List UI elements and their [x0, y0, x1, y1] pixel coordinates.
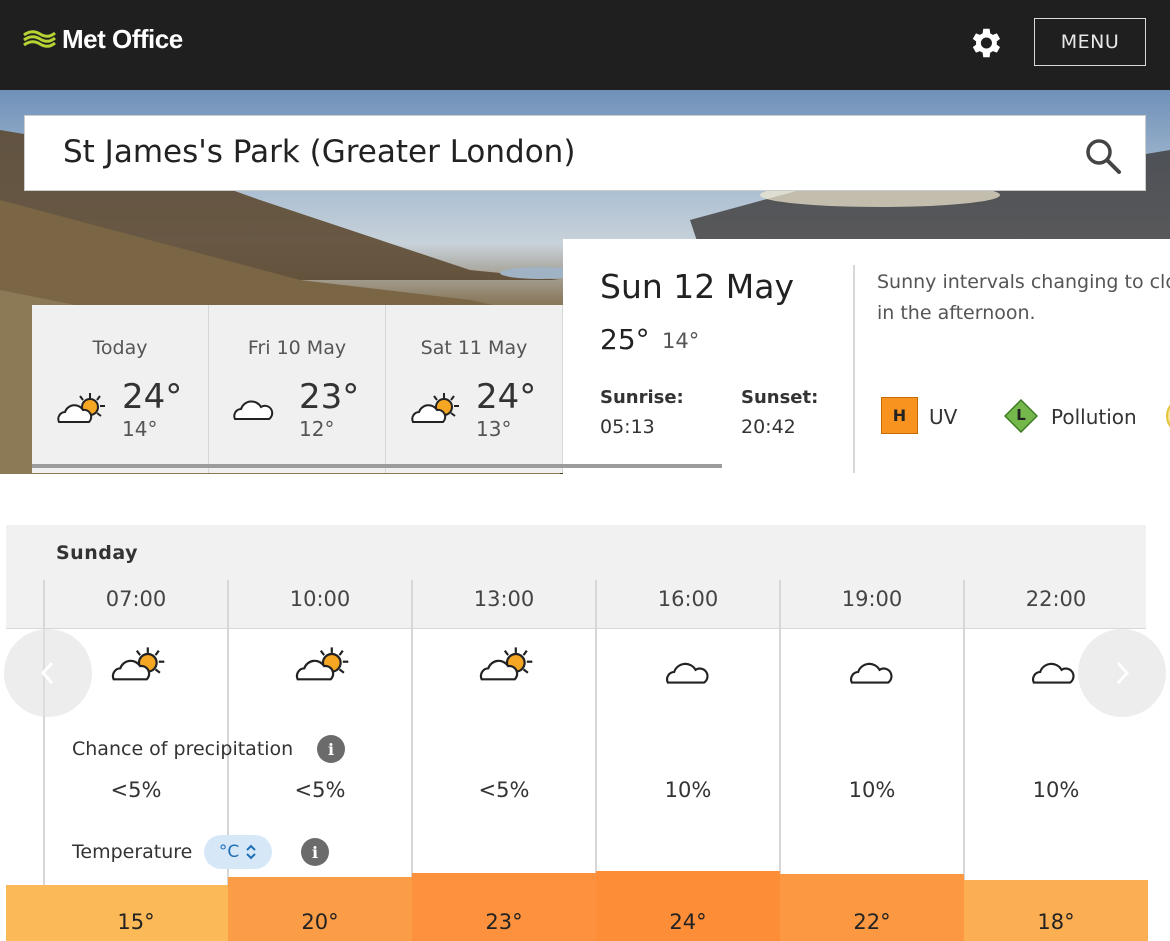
- search-icon[interactable]: [1083, 136, 1123, 176]
- gear-icon[interactable]: [966, 24, 1004, 62]
- min-temp: 12°: [299, 417, 335, 441]
- temp-value: 20°: [228, 877, 412, 941]
- hour-time: 10:00: [289, 587, 351, 611]
- chevron-right-icon: [1116, 661, 1130, 685]
- hour-time: 22:00: [1025, 587, 1087, 611]
- temp-value: 18°: [964, 880, 1148, 941]
- precipitation-label: Chance of precipitation: [72, 738, 294, 760]
- pollution-level-badge[interactable]: L: [1003, 398, 1039, 434]
- summary-line: in the afternoon.: [877, 302, 1036, 324]
- max-temp: 23°: [299, 377, 360, 417]
- scroll-right-button[interactable]: [1078, 629, 1166, 717]
- day-tab-today[interactable]: Today 24° 14°: [32, 305, 209, 473]
- hour-time: 19:00: [841, 587, 903, 611]
- sunset-time: 20:42: [741, 416, 796, 438]
- temp-value: 23°: [412, 873, 596, 941]
- divider: [853, 265, 855, 473]
- pollution-level: L: [1016, 406, 1026, 424]
- site-header: Met Office MENU: [0, 0, 1170, 90]
- info-icon[interactable]: i: [317, 735, 345, 763]
- precip-value: <5%: [478, 778, 530, 802]
- summary-line: Sunny intervals changing to clou: [877, 271, 1170, 293]
- selected-day-panel[interactable]: Sun 12 May 25° 14° Sunrise: 05:13 Sunset…: [563, 239, 1170, 474]
- day-summary: Sunny intervals changing to clou in the …: [877, 267, 1170, 329]
- cloud-icon: [850, 662, 893, 684]
- hour-time: 07:00: [105, 587, 167, 611]
- site-logo[interactable]: Met Office: [22, 24, 183, 55]
- day-label: Today: [92, 337, 148, 359]
- day-tab-sat[interactable]: Sat 11 May 24° 13°: [386, 305, 563, 473]
- temp-value: 15°: [44, 885, 228, 941]
- sunset-label: Sunset:: [741, 387, 819, 408]
- met-office-logo-icon: [23, 29, 56, 48]
- selected-min-temp: 14°: [662, 329, 700, 353]
- unit-selector[interactable]: °C: [204, 835, 272, 869]
- sunrise-label: Sunrise:: [600, 387, 684, 408]
- max-temp: 24°: [122, 377, 183, 417]
- scroll-left-button[interactable]: [4, 629, 92, 717]
- max-temp: 24°: [476, 377, 537, 417]
- info-icon[interactable]: i: [301, 838, 329, 866]
- precip-value: <5%: [110, 778, 162, 802]
- cloud-icon: [1032, 662, 1075, 684]
- chevron-left-icon: [40, 661, 54, 685]
- hour-time: 16:00: [657, 587, 719, 611]
- precip-value: 10%: [848, 778, 896, 802]
- sunny-intervals-icon: [57, 393, 105, 423]
- pollen-badge-partial[interactable]: [1166, 398, 1170, 434]
- uv-level-badge[interactable]: H: [881, 397, 918, 434]
- temp-value: 22°: [780, 874, 964, 941]
- pollution-label: Pollution: [1051, 405, 1137, 429]
- menu-button[interactable]: MENU: [1034, 18, 1146, 66]
- chevron-up-down-icon: [246, 844, 256, 860]
- precip-value: 10%: [1032, 778, 1080, 802]
- unit-value: °C: [218, 842, 240, 862]
- cloud-icon: [233, 400, 274, 420]
- hour-time: 13:00: [473, 587, 535, 611]
- brand-name: Met Office: [62, 24, 183, 54]
- temperature-label: Temperature: [72, 841, 193, 863]
- sunny-intervals-icon: [111, 647, 165, 681]
- precip-value: <5%: [294, 778, 346, 802]
- min-temp: 14°: [122, 417, 158, 441]
- search-input[interactable]: St James's Park (Greater London): [63, 134, 575, 170]
- selected-max-temp: 25°: [600, 323, 650, 356]
- day-label: Sat 11 May: [420, 337, 528, 359]
- sunny-intervals-icon: [411, 393, 459, 423]
- day-tab-fri[interactable]: Fri 10 May 23° 12°: [209, 305, 386, 473]
- temp-value: 24°: [596, 871, 780, 941]
- selected-day-indicator: [32, 464, 722, 468]
- hourly-day-name: Sunday: [56, 542, 138, 564]
- hourly-forecast: Sunday 07:00 10:00 13:00 16:00 19:00 22:…: [6, 525, 1148, 941]
- uv-label: UV: [929, 405, 958, 429]
- hourly-header: [6, 525, 1146, 629]
- temp-bar-edge: [6, 885, 44, 941]
- cloud-icon: [666, 662, 709, 684]
- min-temp: 13°: [476, 417, 512, 441]
- precip-value: 10%: [664, 778, 712, 802]
- day-label: Fri 10 May: [247, 337, 347, 359]
- location-search[interactable]: St James's Park (Greater London): [24, 115, 1146, 191]
- sunrise-time: 05:13: [600, 416, 655, 438]
- selected-date: Sun 12 May: [600, 267, 794, 306]
- sunny-intervals-icon: [295, 647, 349, 681]
- sunny-intervals-icon: [479, 647, 533, 681]
